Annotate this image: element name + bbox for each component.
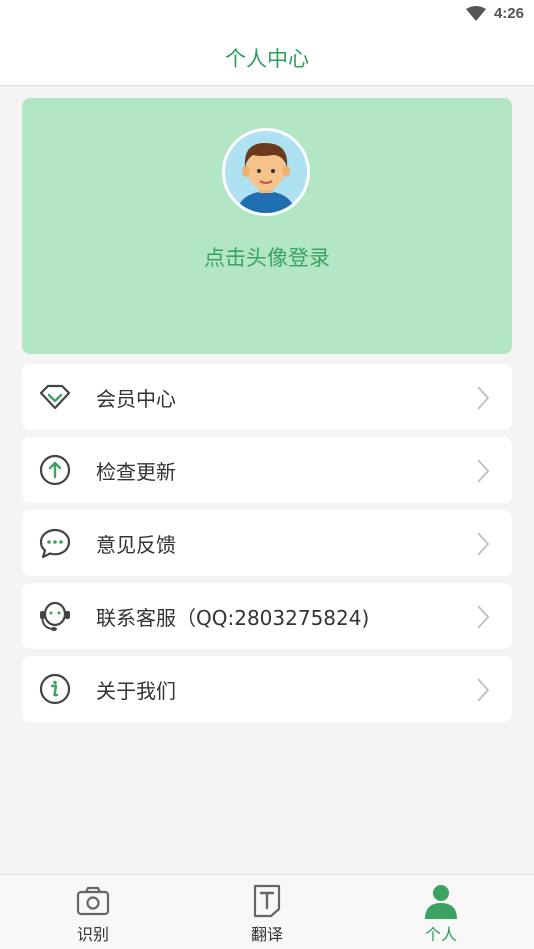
chevron-right-icon	[477, 386, 490, 410]
chevron-right-icon	[477, 459, 490, 483]
chevron-right-icon	[477, 678, 490, 702]
headset-icon	[40, 601, 70, 631]
status-bar: 4:26	[0, 0, 534, 30]
chat-bubble-icon	[39, 528, 71, 559]
person-icon	[425, 885, 457, 919]
login-prompt[interactable]: 点击头像登录	[22, 242, 512, 272]
upload-arrow-icon	[39, 454, 71, 486]
menu-item-contact[interactable]: 联系客服（QQ:2803275824)	[22, 583, 512, 649]
text-document-icon	[253, 884, 281, 918]
chevron-right-icon	[477, 605, 490, 629]
camera-icon	[76, 886, 110, 916]
tab-profile[interactable]: 个人	[352, 875, 530, 949]
menu-label-about: 关于我们	[96, 678, 176, 703]
page-title: 个人中心	[225, 46, 309, 71]
menu-item-about[interactable]: 关于我们	[22, 656, 512, 722]
info-icon	[39, 673, 71, 705]
tab-label-recognize: 识别	[76, 925, 109, 944]
tab-recognize[interactable]: 识别	[4, 875, 182, 949]
menu-label-update: 检查更新	[96, 459, 176, 484]
wifi-icon	[465, 5, 486, 21]
tab-label-profile: 个人	[424, 925, 457, 944]
chevron-right-icon	[477, 532, 490, 556]
avatar-boy-icon	[225, 131, 307, 213]
menu-label-feedback: 意见反馈	[96, 532, 176, 557]
menu-item-feedback[interactable]: 意见反馈	[22, 510, 512, 576]
bottom-tab-bar: 识别 翻译 个人	[0, 874, 534, 949]
diamond-icon	[39, 384, 71, 410]
tab-translate[interactable]: 翻译	[178, 875, 356, 949]
page-header: 个人中心	[0, 30, 534, 86]
menu-label-vip: 会员中心	[96, 386, 176, 411]
status-time: 4:26	[493, 5, 524, 22]
login-card[interactable]: 点击头像登录	[22, 98, 512, 354]
tab-label-translate: 翻译	[250, 925, 283, 944]
menu-item-update[interactable]: 检查更新	[22, 437, 512, 503]
menu-label-contact: 联系客服（QQ:2803275824)	[96, 605, 370, 630]
menu-item-vip[interactable]: 会员中心	[22, 364, 512, 430]
avatar[interactable]	[222, 128, 310, 216]
